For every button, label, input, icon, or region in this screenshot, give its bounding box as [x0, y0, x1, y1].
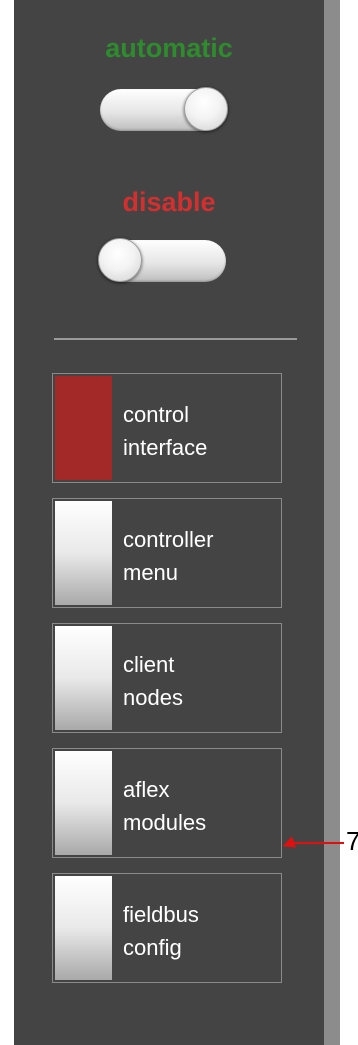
label-line: controller [123, 527, 214, 552]
label-line: config [123, 935, 182, 960]
inactive-indicator [55, 626, 112, 730]
label-line: interface [123, 435, 208, 460]
label-line: nodes [123, 685, 183, 710]
label-line: fieldbus [123, 902, 199, 927]
automatic-toggle[interactable] [100, 87, 228, 131]
button-label: control interface [123, 398, 273, 464]
label-line: menu [123, 560, 179, 585]
control-interface-button[interactable]: control interface [52, 373, 282, 483]
button-label: client nodes [123, 648, 273, 714]
divider [54, 338, 297, 340]
disable-mode-label: disable [122, 187, 216, 217]
label-line: aflex [123, 777, 170, 802]
button-label: fieldbus config [123, 898, 273, 964]
active-indicator [55, 376, 112, 480]
client-nodes-button[interactable]: client nodes [52, 623, 282, 733]
disable-toggle[interactable] [98, 238, 226, 282]
aflex-modules-button[interactable]: aflex modules [52, 748, 282, 858]
inactive-indicator [55, 501, 112, 605]
scrollbar[interactable] [324, 0, 340, 1045]
callout-line [292, 842, 344, 844]
toggle-knob[interactable] [98, 238, 142, 282]
label-line: modules [123, 810, 207, 835]
button-label: controller menu [123, 523, 273, 589]
callout-number: 7 [346, 826, 358, 856]
fieldbus-config-button[interactable]: fieldbus config [52, 873, 282, 983]
inactive-indicator [55, 876, 112, 980]
label-line: client [123, 652, 175, 677]
button-label: aflex modules [123, 773, 273, 839]
inactive-indicator [55, 751, 112, 855]
controller-menu-button[interactable]: controller menu [52, 498, 282, 608]
automatic-mode-label: automatic [105, 33, 233, 63]
label-line: control [123, 402, 190, 427]
toggle-knob[interactable] [184, 87, 228, 131]
